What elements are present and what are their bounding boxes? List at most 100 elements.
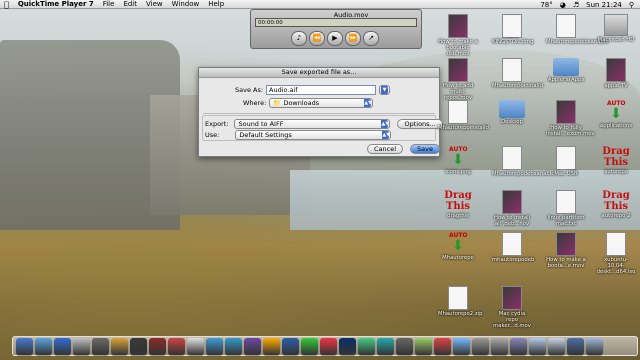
menu-view[interactable]: View	[146, 0, 163, 8]
video-file-icon	[502, 286, 522, 310]
dock-app-icon-17[interactable]	[320, 337, 337, 355]
dock-app-icon-24[interactable]	[453, 337, 470, 355]
dock-app-icon-25[interactable]	[472, 337, 489, 355]
desktop-icon-6[interactable]: Mhautorepoinstalld	[492, 58, 543, 89]
desktop-icon-2[interactable]: KINGSTON.dmg	[492, 14, 533, 45]
dock-app-icon-20[interactable]	[377, 337, 394, 355]
desktop-icon-4[interactable]: Macintosh HD	[596, 14, 636, 43]
document-icon	[502, 232, 522, 256]
volume-icon[interactable]: ♪	[291, 31, 307, 46]
dock-app-icon-10[interactable]	[187, 337, 204, 355]
rewind-icon[interactable]: ⏪	[309, 31, 325, 46]
dock-app-icon-5[interactable]	[92, 337, 109, 355]
desktop-icon-26[interactable]: Mac cydia repo maker...d.mov	[492, 286, 532, 329]
temperature-readout[interactable]: 78°	[540, 1, 552, 9]
dock-app-icon-29[interactable]	[548, 337, 565, 355]
desktop-icon-label: Macintosh HD	[597, 37, 635, 43]
desktop-icon-7[interactable]: AppleFarApps	[546, 58, 586, 83]
desktop-icon-10[interactable]: Desktop	[492, 100, 532, 125]
dock-app-icon-27[interactable]	[510, 337, 527, 355]
use-select[interactable]: Default Settings ▲▼	[235, 130, 392, 140]
menu-edit[interactable]: Edit	[123, 0, 137, 8]
spotlight-icon[interactable]: ⚲	[629, 1, 634, 9]
hard-drive-icon	[604, 14, 628, 36]
options-button[interactable]: Options...	[397, 119, 443, 129]
quicktime-player-window[interactable]: Audio.mov 00:00:00 ♪ ⏪ ▶ ⏩ ↗	[250, 9, 422, 49]
dock-app-icon-18[interactable]	[339, 337, 356, 355]
wifi-icon[interactable]: ◕	[560, 1, 566, 9]
dock-app-icon-15[interactable]	[282, 337, 299, 355]
menu-help[interactable]: Help	[208, 0, 224, 8]
dock-app-icon-8[interactable]	[149, 337, 166, 355]
dock-app-icon-11[interactable]	[206, 337, 223, 355]
dock-app-icon-12[interactable]	[225, 337, 242, 355]
use-value: Default Settings	[239, 131, 292, 139]
desktop-icon-8[interactable]: apple TV	[596, 58, 636, 89]
desktop-icon-22[interactable]: mhautorepodeb	[492, 232, 534, 263]
menu-window[interactable]: Window	[172, 0, 200, 8]
where-select[interactable]: 📁 Downloads ▲▼	[269, 98, 374, 108]
save-as-input[interactable]: Audio.aif	[266, 85, 377, 95]
dock-app-icon-30[interactable]	[567, 337, 584, 355]
desktop-icon-9[interactable]: Mhautorepoinstalld	[438, 100, 489, 131]
time-readout: 00:00:00	[258, 20, 283, 26]
desktop-icon-label: Mac cydia repo maker...d.mov	[493, 311, 531, 329]
desktop-icon-13[interactable]: AUTO ⬇ Icons.png	[438, 146, 478, 175]
dock-app-icon-28[interactable]	[529, 337, 546, 355]
player-timeline[interactable]: 00:00:00	[255, 18, 417, 27]
desktop-icon-11[interactable]: How to fully install...exom.mov	[546, 100, 595, 137]
desktop-icon-14[interactable]: Mhautorepodebsanable	[492, 146, 554, 177]
desktop-icon-label: Mhautorepo	[442, 255, 474, 261]
save-as-label: Save As:	[235, 86, 264, 94]
fast-forward-icon[interactable]: ⏩	[345, 31, 361, 46]
dock-app-icon-7[interactable]	[130, 337, 147, 355]
desktop-icon-3[interactable]: Mhautorepodebsanable	[546, 14, 609, 45]
dock-app-icon-2[interactable]	[35, 337, 52, 355]
save-button[interactable]: Save	[410, 144, 440, 154]
desktop-icon-label: Mhautorepodebsanable	[546, 39, 609, 45]
dock-app-icon-14[interactable]	[263, 337, 280, 355]
dock-app-icon-6[interactable]	[111, 337, 128, 355]
cancel-button[interactable]: Cancel	[367, 144, 404, 154]
dock-app-icon-9[interactable]	[168, 337, 185, 355]
dock-app-icon-21[interactable]	[396, 337, 413, 355]
divider	[203, 113, 435, 114]
desktop-icon-5[interactable]: How to add multi-repos.mov	[438, 58, 478, 101]
dock-app-icon-26[interactable]	[491, 337, 508, 355]
dock-app-icon-22[interactable]	[415, 337, 432, 355]
dock-app-icon-16[interactable]	[301, 337, 318, 355]
dock	[12, 336, 638, 356]
expand-dialog-button[interactable]: ▼	[379, 85, 391, 95]
desktop-icon-20[interactable]: Drag This autorepo 2	[596, 190, 636, 219]
dock-app-icon-4[interactable]	[73, 337, 90, 355]
menu-file[interactable]: File	[103, 0, 115, 8]
dock-app-icon-1[interactable]	[16, 337, 33, 355]
desktop-icon-18[interactable]: How to install all .deb...nov	[492, 190, 532, 227]
dock-app-icon-23[interactable]	[434, 337, 451, 355]
desktop-icon-17[interactable]: Drag This dragthis	[438, 190, 478, 219]
export-select[interactable]: Sound to AIFF ▲▼	[234, 119, 391, 129]
desktop-icon-21[interactable]: AUTO ⬇ Mhautorepo	[438, 232, 478, 261]
dock-app-icon-13[interactable]	[244, 337, 261, 355]
desktop-icon-12[interactable]: AUTO ⬇ applications	[596, 100, 636, 129]
dock-app-icon-19[interactable]	[358, 337, 375, 355]
desktop-icon-16[interactable]: Drag This autorepo	[596, 146, 636, 175]
expand-icon[interactable]: ↗	[363, 31, 379, 46]
clock[interactable]: Sun 21:24	[586, 1, 622, 9]
desktop-icon-1[interactable]: How to make a bootable usb.mov	[438, 14, 478, 57]
app-menu[interactable]: QuickTime Player 7	[18, 0, 94, 8]
desktop-icon-15[interactable]: Mac USB	[546, 146, 586, 177]
desktop-icon-23[interactable]: How to make a boota...e.mov	[546, 232, 586, 269]
export-value: Sound to AIFF	[238, 120, 284, 128]
dock-app-icon-3[interactable]	[54, 337, 71, 355]
desktop-icon-19[interactable]: linux partition mac.txt	[546, 190, 586, 227]
document-icon	[606, 232, 626, 256]
apple-menu-icon[interactable]: 	[4, 0, 9, 9]
dock-app-icon-31[interactable]	[586, 337, 603, 355]
desktop-icon-24[interactable]: xubuntu-10.04-deskt...d64.iso	[596, 232, 636, 275]
auto-art-text: AUTO	[607, 100, 626, 107]
volume-icon[interactable]: ♬	[573, 1, 579, 9]
play-icon[interactable]: ▶	[327, 31, 343, 46]
desktop-icon-label: applications	[600, 123, 632, 129]
desktop-icon-25[interactable]: Mhautorepo2.zip	[438, 286, 482, 317]
